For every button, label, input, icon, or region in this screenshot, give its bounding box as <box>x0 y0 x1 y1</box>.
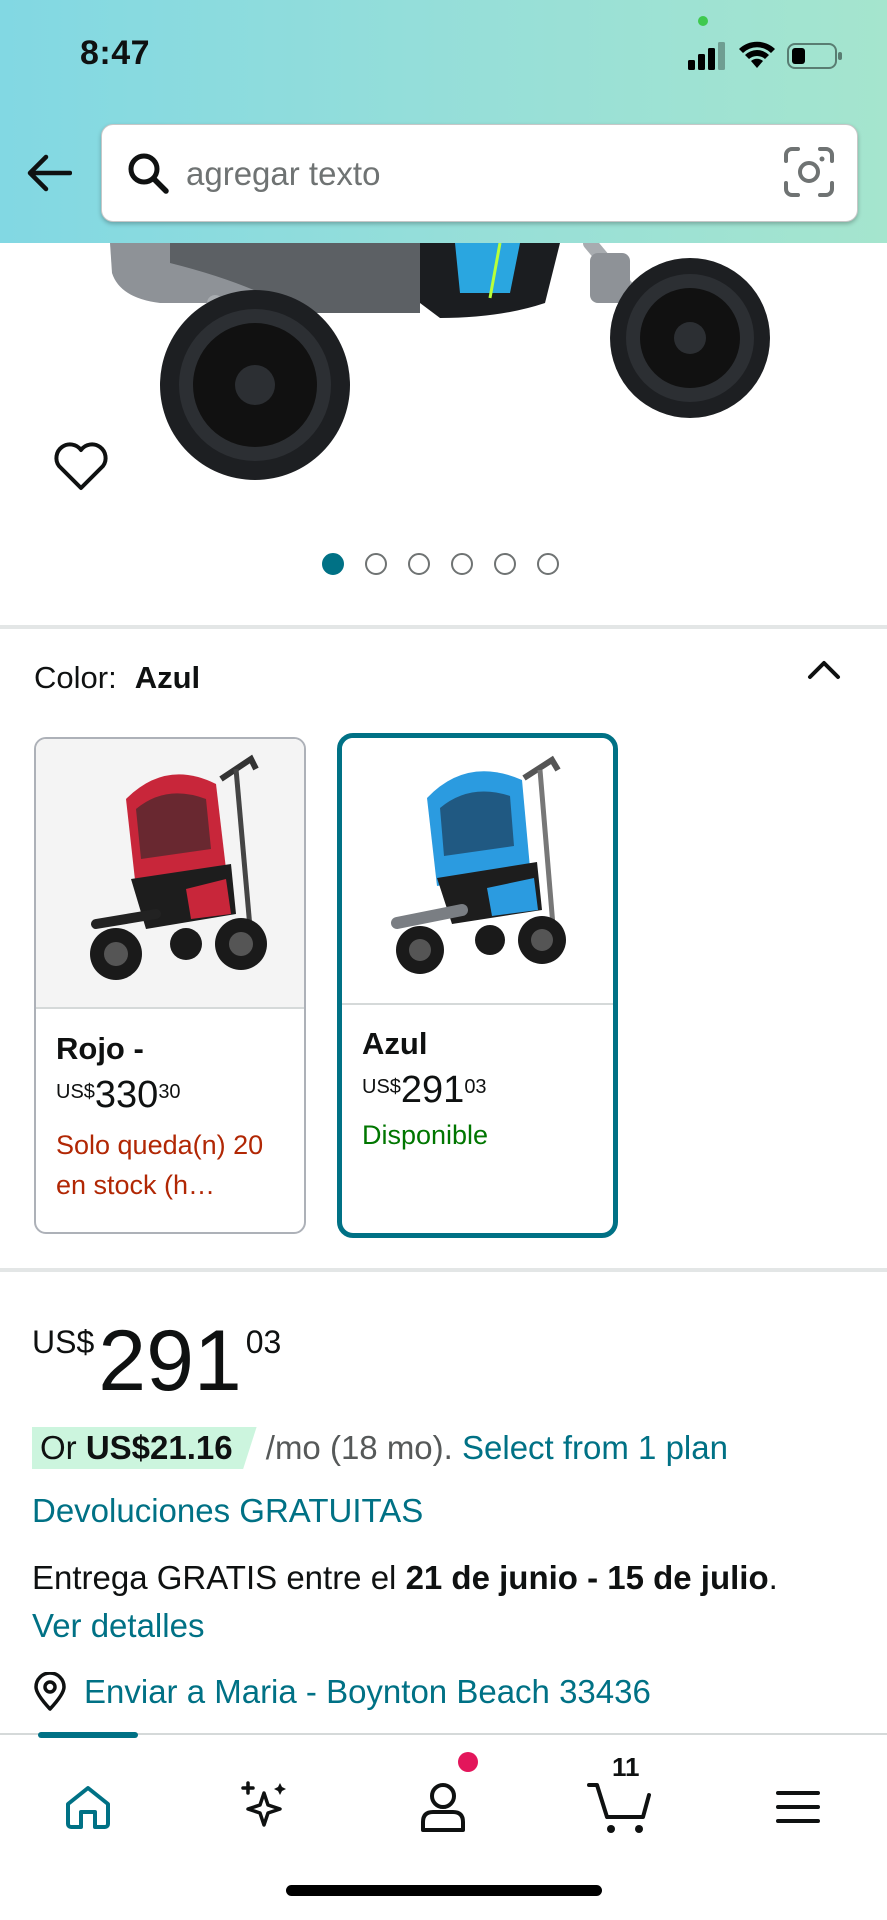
ship-to-address[interactable]: Enviar a Maria - Boynton Beach 33436 <box>32 1672 651 1712</box>
location-pin-icon <box>34 1672 66 1711</box>
price-fraction: 03 <box>245 1324 282 1360</box>
swatch-image-rojo <box>36 739 304 1009</box>
delivery-suffix: . <box>768 1559 778 1596</box>
battery-icon <box>787 43 842 69</box>
swatch-name: Azul <box>362 1026 428 1061</box>
active-tab-indicator <box>38 1732 138 1738</box>
cart-count-badge: 11 <box>612 1752 640 1782</box>
price-whole: 291 <box>98 1313 242 1409</box>
free-returns-link[interactable]: Devoluciones GRATUITAS <box>32 1492 423 1530</box>
signal-icon <box>688 42 725 70</box>
section-divider <box>0 625 887 629</box>
cart-icon <box>587 1783 651 1833</box>
back-button[interactable] <box>24 148 74 198</box>
swatch-name: Rojo - <box>56 1031 144 1066</box>
product-price: US$ 291 03 <box>32 1318 281 1404</box>
installment-plan-row: Or US$21.16 /mo (18 mo). Select from 1 p… <box>32 1427 728 1469</box>
color-label: Color: <box>34 660 117 695</box>
blue-stroller-image <box>391 755 566 974</box>
pagination-dot-6[interactable] <box>537 553 559 575</box>
search-input[interactable] <box>186 145 746 203</box>
status-time: 8:47 <box>80 34 151 72</box>
price-fraction: 03 <box>464 1076 487 1098</box>
back-arrow-icon <box>27 154 72 192</box>
plan-prefix: Or <box>40 1429 86 1466</box>
price-currency: US$ <box>362 1076 401 1098</box>
swatch-image-azul <box>342 738 613 1005</box>
color-selected-value: Azul <box>134 660 201 695</box>
search-bar[interactable] <box>101 124 858 222</box>
plan-amount: US$21.16 <box>85 1429 233 1466</box>
pagination-dot-5[interactable] <box>494 553 516 575</box>
color-option-rojo[interactable]: Rojo - US$ 330 30 Solo queda(n) 20 en stoc… <box>34 737 306 1234</box>
price-fraction: 30 <box>158 1081 181 1103</box>
delivery-dates: 21 de junio - 15 de julio <box>405 1559 769 1596</box>
swatch-stock-status: Disponible <box>362 1120 489 1150</box>
pagination-dot-1[interactable] <box>322 553 344 575</box>
plan-terms: /mo (18 mo). <box>256 1429 462 1466</box>
stroller-image <box>110 243 770 480</box>
wishlist-heart-button[interactable] <box>52 440 110 498</box>
delivery-info: Entrega GRATIS entre el 21 de junio - 15… <box>32 1554 872 1650</box>
pagination-dot-3[interactable] <box>408 553 430 575</box>
price-currency: US$ <box>32 1324 95 1360</box>
price-currency: US$ <box>56 1081 95 1103</box>
select-plan-link[interactable]: Select from 1 plan <box>462 1429 728 1466</box>
search-icon <box>128 153 169 194</box>
swatch-price: US$ 330 30 <box>56 1075 294 1115</box>
swatch-price: US$ 291 03 <box>362 1070 603 1110</box>
product-image[interactable] <box>0 243 887 513</box>
installment-badge: Or US$21.16 <box>32 1427 257 1469</box>
section-divider <box>0 1268 887 1272</box>
delivery-prefix: Entrega GRATIS entre el <box>32 1559 406 1596</box>
swatch-stock-status: Solo queda(n) 20 en stock (h… <box>56 1130 264 1200</box>
nav-menu[interactable] <box>762 1771 834 1843</box>
price-whole: 291 <box>400 1069 465 1111</box>
menu-icon <box>776 1791 820 1823</box>
home-indicator[interactable] <box>286 1885 602 1896</box>
notification-dot <box>458 1752 478 1772</box>
color-option-azul[interactable]: Azul US$ 291 03 Disponible <box>337 733 618 1238</box>
price-whole: 330 <box>94 1074 159 1116</box>
pagination-dot-2[interactable] <box>365 553 387 575</box>
account-icon <box>421 1783 465 1832</box>
color-selector-header: Color: Azul <box>34 660 200 696</box>
nav-account[interactable] <box>407 1771 479 1843</box>
image-pagination <box>322 553 559 575</box>
top-header: 8:47 <box>0 0 887 243</box>
heart-icon <box>54 442 108 490</box>
ship-to-text: Enviar a Maria - Boynton Beach 33436 <box>84 1673 651 1710</box>
pagination-dot-4[interactable] <box>451 553 473 575</box>
chevron-up-icon[interactable] <box>802 655 846 685</box>
see-details-link[interactable]: Ver detalles <box>32 1607 204 1644</box>
camera-indicator <box>698 16 708 26</box>
camera-lens-icon[interactable] <box>782 145 836 199</box>
nav-home[interactable] <box>52 1771 124 1843</box>
red-stroller-image <box>90 754 267 980</box>
home-icon <box>66 1786 110 1829</box>
sparkle-icon <box>241 1781 286 1827</box>
nav-rufus-ai[interactable] <box>228 1771 300 1843</box>
wifi-icon <box>739 41 775 68</box>
